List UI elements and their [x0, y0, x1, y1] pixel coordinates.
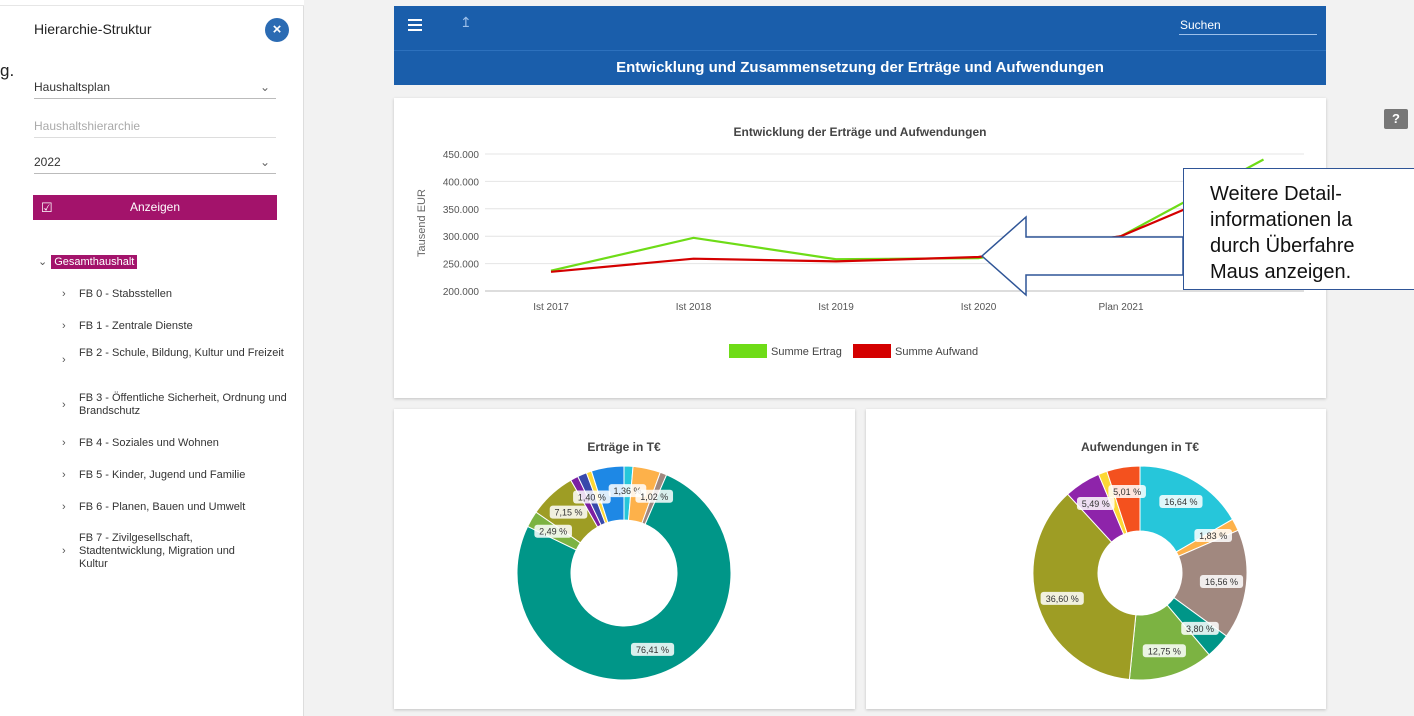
show-button-label: Anzeigen	[129, 200, 181, 214]
tree-item-label: FB 3 - Öffentliche Sicherheit, Ordnung u…	[79, 392, 287, 417]
y-tick-label: 450.000	[443, 150, 480, 161]
tree-item-label: FB 6 - Planen, Bauen und Umwelt	[79, 501, 246, 513]
legend-label: Summe Aufwand	[895, 346, 978, 358]
tree-item-fb1[interactable]: › FB 1 - Zentrale Dienste	[62, 320, 292, 333]
chevron-right-icon: ›	[62, 545, 66, 557]
ertraege-donut-card: Erträge in T€ 1,36 % 1,02 % 76,41 % 2,49 % 7,…	[394, 409, 855, 709]
y-tick-label: 350.000	[443, 205, 480, 216]
x-tick-label: Ist 2018	[676, 302, 712, 313]
hierarchy-sidebar: Hierarchie-Struktur × Haushaltsplan ⌄ Ha…	[0, 0, 304, 716]
data-label: 12,75 %	[1148, 646, 1181, 656]
data-label: 1,40 %	[578, 493, 606, 503]
chart-title: Aufwendungen in T€	[1081, 440, 1199, 454]
year-select[interactable]: 2022 ⌄	[34, 152, 276, 174]
chevron-down-icon: ⌄	[38, 256, 48, 268]
x-tick-label: Ist 2020	[961, 302, 997, 313]
y-tick-label: 200.000	[443, 287, 480, 298]
cropped-text-fragment: g.	[0, 61, 15, 80]
hamburger-menu-icon[interactable]	[408, 19, 422, 33]
chevron-right-icon: ›	[62, 501, 66, 513]
upload-arrow-icon[interactable]: ↥	[460, 14, 472, 31]
tree-item-fb6[interactable]: › FB 6 - Planen, Bauen und Umwelt	[62, 501, 292, 514]
legend-swatch	[853, 344, 891, 358]
ertraege-donut-chart: Erträge in T€1,36 %1,02 %76,41 %2,49 %7,…	[516, 440, 732, 681]
sidebar-title: Hierarchie-Struktur	[34, 21, 152, 37]
legend-label: Summe Ertrag	[771, 346, 842, 358]
tree-item-fb4[interactable]: › FB 4 - Soziales und Wohnen	[62, 437, 292, 450]
app-toolbar: ↥	[394, 6, 1326, 50]
tree-item-fb2[interactable]: › FB 2 - Schule, Bildung, Kultur und Frei…	[62, 347, 292, 366]
data-label: 3,80 %	[1186, 624, 1214, 634]
chevron-right-icon: ›	[62, 320, 66, 332]
tree-item-label: FB 5 - Kinder, Jugend und Familie	[79, 469, 246, 481]
series-line-ertrag	[550, 158, 1265, 272]
chart-title: Entwicklung der Erträge und Aufwendungen	[734, 125, 987, 139]
tree-item-label: FB 2 - Schule, Bildung, Kultur und Freiz…	[79, 347, 284, 359]
show-button[interactable]: ☑ Anzeigen	[33, 195, 277, 220]
y-axis-label: Tausend EUR	[416, 189, 428, 257]
search-input[interactable]	[1179, 15, 1317, 35]
y-tick-label: 250.000	[443, 260, 480, 271]
tree-item-label: FB 7 - Zivilgesellschaft, Stadtentwicklu…	[79, 532, 235, 570]
data-label: 5,49 %	[1082, 499, 1110, 509]
chart-title: Erträge in T€	[587, 440, 661, 454]
tree-item-label: FB 1 - Zentrale Dienste	[79, 320, 193, 332]
x-tick-label: Ist 2019	[818, 302, 854, 313]
chevron-down-icon: ⌄	[259, 80, 270, 94]
callout-line: durch Überfahre	[1210, 235, 1355, 257]
help-button[interactable]: ?	[1384, 109, 1408, 129]
callout-line: informationen la	[1210, 209, 1353, 231]
chevron-right-icon: ›	[62, 399, 66, 411]
aufwendungen-donut-chart: Aufwendungen in T€ 16,64 % 1,83 % 16,56 % 3,…	[1032, 440, 1248, 681]
tree-root-label: Gesamthaushalt	[51, 255, 138, 269]
year-value: 2022	[34, 155, 61, 169]
chevron-right-icon: ›	[62, 354, 66, 366]
y-tick-label: 300.000	[443, 232, 480, 243]
data-label: 2,49 %	[539, 527, 567, 537]
aufwendungen-donut-card: Aufwendungen in T€ 16,64 % 1,83 % 16,56 % 3,…	[866, 409, 1326, 709]
x-tick-label: Plan 2021	[1098, 302, 1143, 313]
tree-item-fb0[interactable]: › FB 0 - Stabsstellen	[62, 288, 292, 301]
callout-line: Maus anzeigen.	[1210, 261, 1352, 283]
series-line-aufwand	[550, 174, 1264, 273]
tree-item-fb5[interactable]: › FB 5 - Kinder, Jugend und Familie	[62, 469, 292, 482]
callout-line: Weitere Detail-	[1210, 183, 1342, 205]
haushaltshierarchie-input[interactable]: Haushaltshierarchie	[34, 116, 276, 138]
data-label: 1,83 %	[1199, 531, 1227, 541]
chevron-right-icon: ›	[62, 437, 66, 449]
legend-swatch	[729, 344, 767, 358]
data-label: 7,15 %	[555, 508, 583, 518]
chevron-right-icon: ›	[62, 469, 66, 481]
tree-item-label: FB 0 - Stabsstellen	[79, 288, 172, 300]
data-label: 76,41 %	[636, 645, 669, 655]
close-sidebar-button[interactable]: ×	[265, 18, 289, 42]
data-label: 16,56 %	[1205, 577, 1238, 587]
data-label: 16,64 %	[1164, 497, 1197, 507]
tree-item-label: FB 4 - Soziales und Wohnen	[79, 437, 219, 449]
tree-root-gesamthaushalt[interactable]: ⌄ Gesamthaushalt	[38, 255, 138, 269]
chevron-right-icon: ›	[62, 288, 66, 300]
chevron-down-icon: ⌄	[259, 155, 270, 169]
y-tick-label: 400.000	[443, 177, 480, 188]
annotation-callout: Weitere Detail- informationen la durch Ü…	[1183, 168, 1414, 290]
x-tick-label: Ist 2017	[533, 302, 569, 313]
data-label: 1,02 %	[640, 492, 668, 502]
checkbox-checked-icon: ☑	[41, 200, 53, 215]
haushaltsplan-value: Haushaltsplan	[34, 80, 111, 94]
tree-item-fb3[interactable]: › FB 3 - Öffentliche Sicherheit, Ordnung …	[62, 392, 292, 418]
data-label: 5,01 %	[1113, 487, 1141, 497]
sidebar-top-border	[0, 0, 304, 6]
tree-item-fb7[interactable]: › FB 7 - Zivilgesellschaft, Stadtentwickl…	[62, 532, 262, 571]
haushaltsplan-select[interactable]: Haushaltsplan ⌄	[34, 77, 276, 99]
page-title: Entwicklung und Zusammensetzung der Ertr…	[394, 50, 1326, 85]
data-label: 36,60 %	[1046, 594, 1079, 604]
